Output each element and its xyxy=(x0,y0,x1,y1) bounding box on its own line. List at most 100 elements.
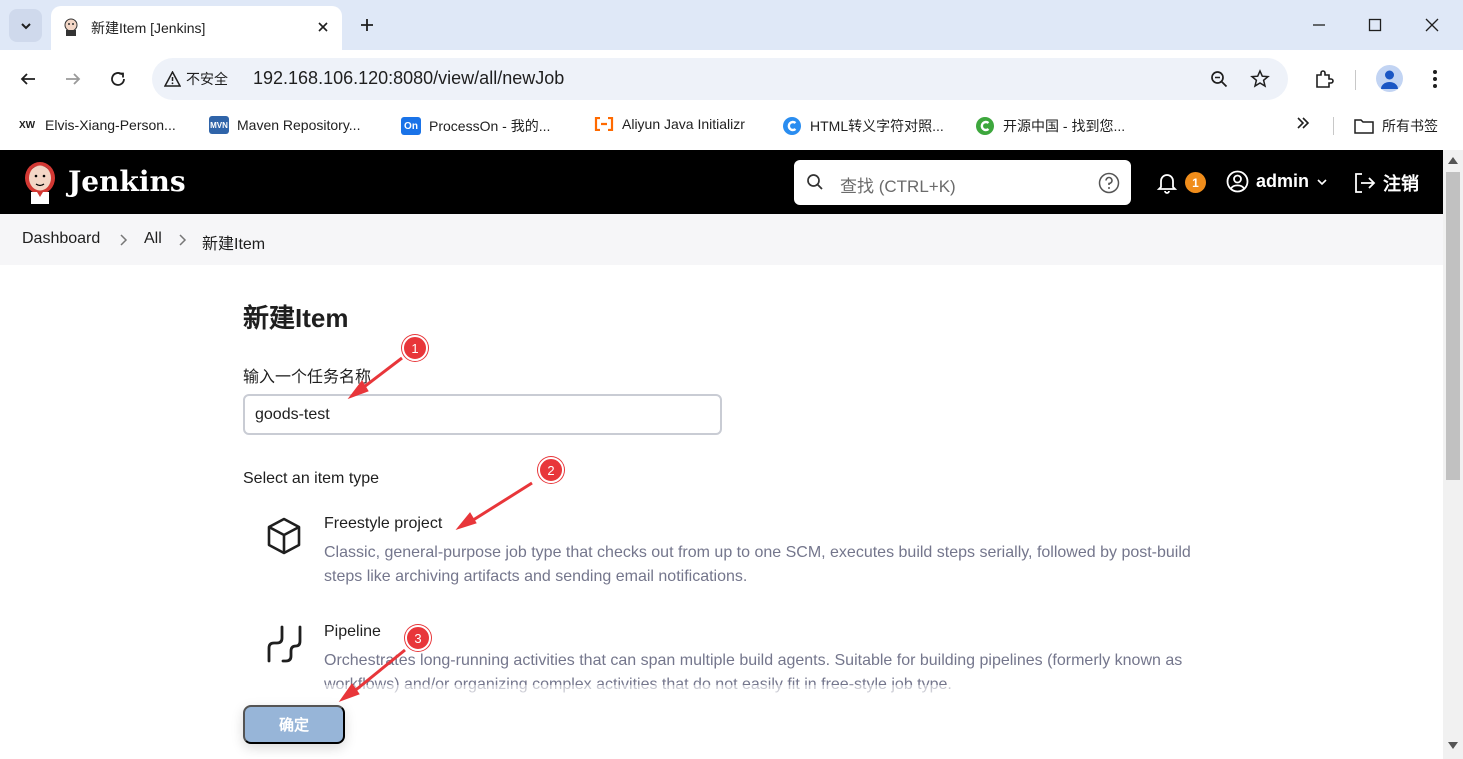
annotation-badge-3: 3 xyxy=(405,625,431,651)
reload-button[interactable] xyxy=(103,64,133,94)
bookmark-item[interactable]: MVN Maven Repository... xyxy=(209,116,360,134)
bookmark-label: 开源中国 - 找到您... xyxy=(1003,118,1126,134)
bookmark-label: HTML转义字符对照... xyxy=(810,118,944,134)
breadcrumb-current: 新建Item xyxy=(202,236,266,253)
logout-label: 注销 xyxy=(1383,174,1419,194)
logout-icon xyxy=(1355,173,1376,193)
jenkins-search-box[interactable]: 查找 (CTRL+K) xyxy=(794,160,1131,205)
all-bookmarks-button[interactable]: 所有书签 xyxy=(1354,116,1438,136)
user-menu[interactable]: admin xyxy=(1226,170,1328,193)
zoom-button[interactable] xyxy=(1207,67,1231,91)
bookmark-item[interactable]: 开源中国 - 找到您... xyxy=(975,116,1125,136)
breadcrumb-dashboard[interactable]: Dashboard xyxy=(22,230,100,248)
maximize-button[interactable] xyxy=(1362,12,1388,38)
puzzle-icon xyxy=(1316,70,1334,88)
close-icon xyxy=(318,22,328,32)
forward-button[interactable] xyxy=(58,64,88,94)
jenkins-logo-icon[interactable] xyxy=(22,160,58,204)
processon-icon: On xyxy=(401,117,421,135)
maximize-icon xyxy=(1368,18,1382,32)
bookmark-label: Aliyun Java Initializr xyxy=(622,116,745,132)
browser-tab-strip: 新建Item [Jenkins] xyxy=(0,0,1463,50)
warning-icon xyxy=(164,71,181,87)
xw-icon: XW xyxy=(18,119,36,131)
reload-icon xyxy=(111,72,125,86)
extensions-button[interactable] xyxy=(1309,64,1339,94)
help-icon[interactable] xyxy=(1098,172,1120,194)
ok-button[interactable]: 确定 xyxy=(243,705,345,744)
star-icon xyxy=(1250,69,1270,88)
jenkins-brand[interactable]: Jenkins xyxy=(68,165,186,198)
item-title: Pipeline xyxy=(324,623,381,640)
all-bookmarks-label: 所有书签 xyxy=(1382,118,1438,134)
bookmark-item[interactable]: HTML转义字符对照... xyxy=(782,116,944,136)
url-text[interactable]: 192.168.106.120:8080/view/all/newJob xyxy=(253,68,564,89)
breadcrumb: Dashboard All 新建Item xyxy=(0,214,1443,265)
new-tab-button[interactable] xyxy=(355,13,379,37)
arrow-left-icon xyxy=(20,73,35,85)
more-vertical-icon xyxy=(1433,70,1437,88)
scroll-up-arrow-icon[interactable] xyxy=(1448,156,1458,164)
minimize-button[interactable] xyxy=(1306,12,1332,38)
logout-link[interactable]: 注销 xyxy=(1353,170,1419,196)
bookmark-item[interactable]: XW Elvis-Xiang-Person... xyxy=(17,116,176,134)
item-name-input[interactable]: goods-test xyxy=(243,394,722,435)
close-icon xyxy=(1425,18,1439,32)
chevron-down-icon xyxy=(1317,178,1327,185)
folder-icon xyxy=(1354,119,1374,134)
bookmark-item[interactable]: On ProcessOn - 我的... xyxy=(401,116,550,136)
user-circle-icon xyxy=(1226,170,1249,193)
oschina-icon xyxy=(976,117,994,135)
bell-icon[interactable] xyxy=(1155,170,1179,194)
chevron-down-icon xyxy=(20,22,31,29)
page-title: 新建Item xyxy=(243,303,349,333)
minimize-icon xyxy=(1313,24,1325,26)
bottom-fade-overlay xyxy=(230,685,1220,759)
tab-search-button[interactable] xyxy=(9,9,42,42)
address-bar[interactable]: 不安全 192.168.106.120:8080/view/all/newJob xyxy=(152,58,1288,100)
bookmark-label: Maven Repository... xyxy=(237,117,361,133)
window-close-button[interactable] xyxy=(1419,12,1445,38)
double-chevron-right-icon xyxy=(1297,117,1310,129)
security-indicator[interactable]: 不安全 xyxy=(164,67,228,91)
search-icon xyxy=(807,174,823,190)
tab-title: 新建Item [Jenkins] xyxy=(91,20,206,36)
notification-badge[interactable]: 1 xyxy=(1185,172,1206,193)
scroll-thumb[interactable] xyxy=(1446,172,1460,480)
box-icon xyxy=(267,517,301,555)
aliyun-icon xyxy=(594,117,614,131)
main-content: 新建Item 输入一个任务名称 goods-test Select an ite… xyxy=(0,265,1443,759)
bookmark-star-button[interactable] xyxy=(1248,67,1272,91)
bookmark-label: Elvis-Xiang-Person... xyxy=(45,117,176,133)
browser-tab-active[interactable]: 新建Item [Jenkins] xyxy=(51,6,342,50)
bookmark-label: ProcessOn - 我的... xyxy=(429,118,551,134)
bookmarks-bar: XW Elvis-Xiang-Person... MVN Maven Repos… xyxy=(0,108,1463,144)
breadcrumb-all[interactable]: All xyxy=(144,230,162,248)
arrow-right-icon xyxy=(66,73,81,85)
search-input[interactable]: 查找 (CTRL+K) xyxy=(840,172,956,197)
item-description: Classic, general-purpose job type that c… xyxy=(324,544,1191,585)
security-label: 不安全 xyxy=(186,71,228,87)
chevron-right-icon xyxy=(120,234,128,246)
browser-menu-button[interactable] xyxy=(1420,64,1450,94)
scroll-down-arrow-icon[interactable] xyxy=(1448,742,1458,750)
item-title: Freestyle project xyxy=(324,515,443,532)
annotation-badge-2: 2 xyxy=(538,457,564,483)
bookmark-item[interactable]: Aliyun Java Initializr xyxy=(594,116,745,132)
browser-toolbar: 不安全 192.168.106.120:8080/view/all/newJob xyxy=(0,50,1463,108)
bookmarks-overflow-button[interactable] xyxy=(1296,116,1310,130)
profile-avatar[interactable] xyxy=(1376,65,1403,92)
tab-close-button[interactable] xyxy=(313,17,333,37)
back-button[interactable] xyxy=(13,64,43,94)
maven-icon: MVN xyxy=(209,116,229,134)
page-scrollbar[interactable] xyxy=(1443,150,1463,759)
chevron-right-icon xyxy=(179,234,187,246)
item-type-freestyle[interactable]: Freestyle project Classic, general-purpo… xyxy=(243,515,1203,595)
username: admin xyxy=(1256,171,1310,191)
item-type-label: Select an item type xyxy=(243,470,380,487)
toolbar-divider xyxy=(1355,70,1356,90)
annotation-badge-1: 1 xyxy=(402,335,428,361)
jenkins-header: Jenkins 查找 (CTRL+K) 1 admin 注销 xyxy=(0,150,1443,214)
pipeline-icon xyxy=(267,625,302,663)
person-icon xyxy=(1381,70,1398,89)
